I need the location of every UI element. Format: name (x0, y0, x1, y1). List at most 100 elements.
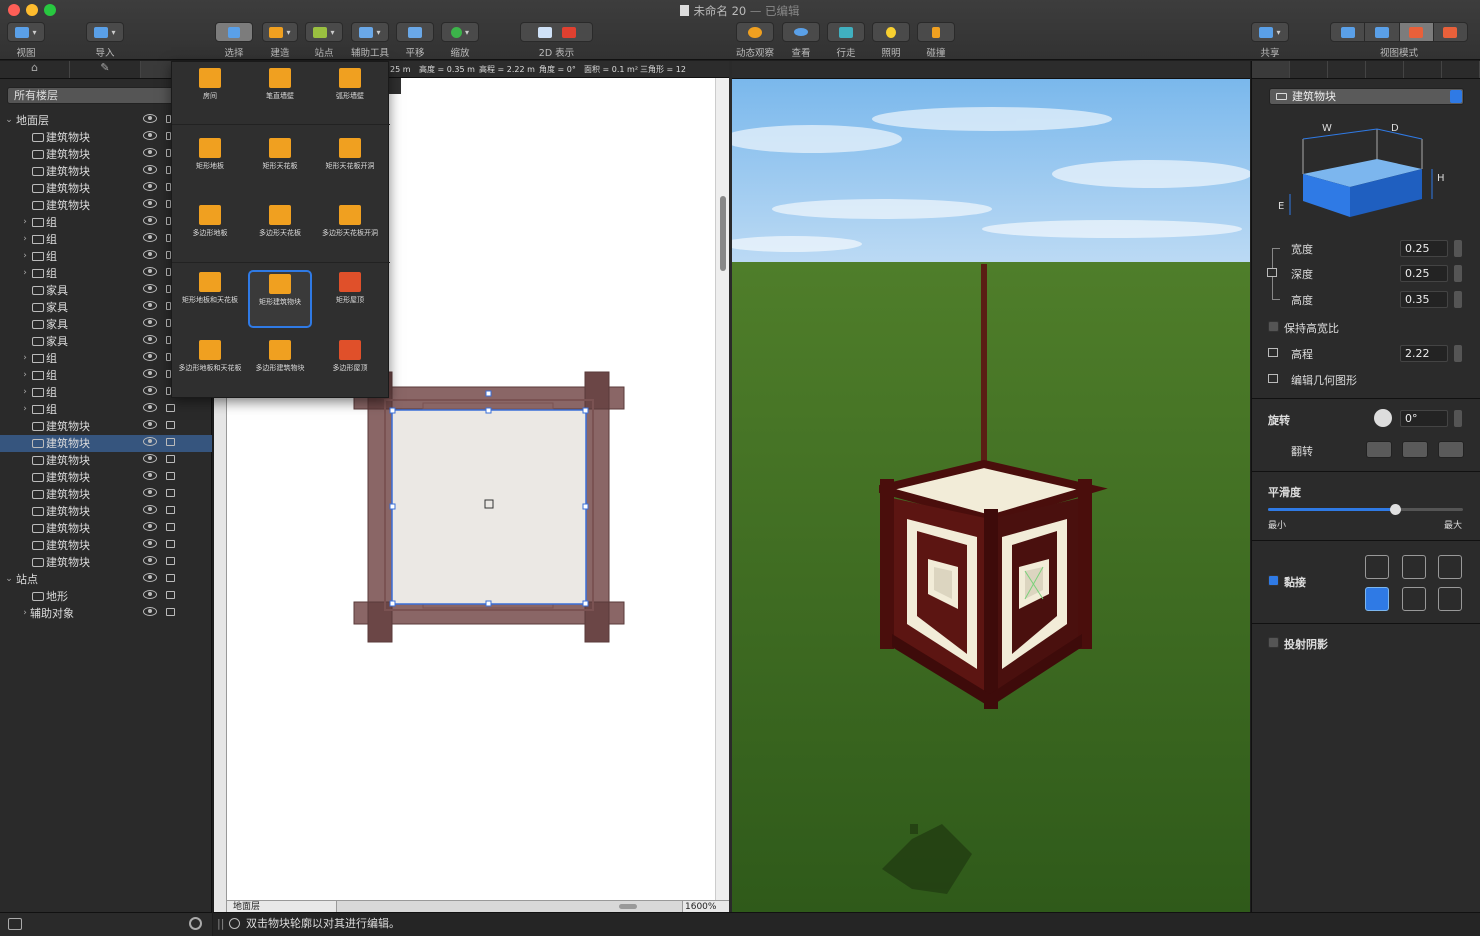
tab-camera[interactable] (1366, 61, 1404, 78)
selected-block[interactable] (391, 409, 587, 605)
palette-item[interactable]: 矩形地板 (178, 136, 242, 194)
sites-toolbar-item[interactable]: ▾ 站点 (305, 22, 343, 59)
elevation-field[interactable]: 2.22 (1400, 345, 1448, 362)
cast-shadow-checkbox[interactable] (1268, 637, 1279, 648)
eye-icon[interactable] (143, 607, 157, 616)
plan-mode-button[interactable] (1331, 23, 1366, 41)
layer-row[interactable]: › 辅助对象 (0, 605, 212, 622)
eye-icon[interactable] (143, 250, 157, 259)
snap-mode-2-icon[interactable] (1402, 555, 1426, 579)
palette-item[interactable]: 矩形屋顶 (318, 270, 382, 328)
palette-item[interactable]: 多边形天花板开洞 (318, 203, 382, 261)
tab-object[interactable] (1252, 61, 1290, 78)
palette-item[interactable]: 多边形地板 (178, 203, 242, 261)
palette-item[interactable]: 笔直墙壁 (248, 66, 312, 124)
plan-floor-select[interactable]: 地面层 (227, 901, 337, 912)
walk-toolbar-item[interactable]: 行走 (827, 22, 865, 59)
scroll-thumb[interactable] (720, 196, 726, 271)
flip-horizontal-button[interactable] (1366, 441, 1392, 458)
edit-geometry-button[interactable]: 编辑几何图形 (1291, 372, 1357, 388)
vertical-scrollbar[interactable] (715, 78, 729, 900)
tab-materials[interactable] (1328, 61, 1366, 78)
view-mode-toolbar-item[interactable]: 视图模式 (1330, 22, 1468, 59)
chevron-right-icon[interactable]: › (20, 248, 30, 265)
chevron-right-icon[interactable]: › (20, 605, 30, 622)
chevron-right-icon[interactable]: › (20, 384, 30, 401)
palette-item[interactable]: 矩形建筑物块 (248, 270, 312, 328)
snap-mode-5-icon[interactable] (1402, 587, 1426, 611)
layer-row[interactable]: 建筑物块 (0, 435, 212, 452)
eye-icon[interactable] (143, 539, 157, 548)
lock-icon[interactable] (166, 591, 175, 599)
snap-mode-3-icon[interactable] (1438, 555, 1462, 579)
eye-icon[interactable] (143, 267, 157, 276)
depth-field[interactable]: 0.25 (1400, 265, 1448, 282)
3d-view[interactable] (732, 79, 1250, 912)
eye-icon[interactable] (143, 114, 157, 123)
layer-row[interactable]: 建筑物块 (0, 469, 212, 486)
rotation-field[interactable]: 0° (1400, 410, 1448, 427)
layer-row[interactable]: 建筑物块 (0, 452, 212, 469)
build-toolbar-item[interactable]: ▾ 建造 (262, 22, 298, 59)
palette-item[interactable]: 多边形建筑物块 (248, 338, 312, 396)
lock-icon[interactable] (166, 404, 175, 412)
layer-row[interactable]: 建筑物块 (0, 486, 212, 503)
eye-icon[interactable] (143, 505, 157, 514)
tab-furniture[interactable]: ⌂ (0, 61, 71, 78)
layer-row[interactable]: 地形 (0, 588, 212, 605)
flip-vertical-button[interactable] (1402, 441, 1428, 458)
chevron-right-icon[interactable]: › (20, 214, 30, 231)
eye-icon[interactable] (143, 352, 157, 361)
lock-icon[interactable] (166, 421, 175, 429)
eye-icon[interactable] (143, 216, 157, 225)
eye-icon[interactable] (143, 284, 157, 293)
lock-icon[interactable] (166, 472, 175, 480)
chevron-right-icon[interactable]: › (20, 265, 30, 282)
flip-depth-button[interactable] (1438, 441, 1464, 458)
chevron-right-icon[interactable]: › (20, 231, 30, 248)
render-mode-button[interactable] (1434, 23, 1467, 41)
lock-icon[interactable] (166, 523, 175, 531)
lock-ratio-icon[interactable] (1267, 268, 1277, 277)
layer-row[interactable]: ⌄ 站点 (0, 571, 212, 588)
import-toolbar-item[interactable]: ▾ 导入 (86, 22, 124, 59)
palette-item[interactable]: 矩形天花板 (248, 136, 312, 194)
lock-icon[interactable] (166, 489, 175, 497)
lock-icon[interactable] (166, 608, 175, 616)
eye-icon[interactable] (143, 573, 157, 582)
snap-mode-4-icon[interactable] (1365, 587, 1389, 611)
gear-icon[interactable] (189, 917, 202, 930)
collision-toolbar-item[interactable]: 碰撞 (917, 22, 955, 59)
tab-floor[interactable] (1290, 61, 1328, 78)
depth-stepper[interactable] (1454, 265, 1462, 282)
3d-mode-button[interactable] (1365, 23, 1400, 41)
object-type-select[interactable]: 建筑物块 (1269, 88, 1464, 105)
lock-icon[interactable] (166, 540, 175, 548)
eye-icon[interactable] (143, 420, 157, 429)
eye-icon[interactable] (143, 301, 157, 310)
tab-building[interactable] (1442, 61, 1480, 78)
chevron-down-icon[interactable]: ⌄ (4, 112, 14, 129)
chevron-right-icon[interactable]: › (20, 401, 30, 418)
tab-light[interactable] (1404, 61, 1442, 78)
chevron-down-icon[interactable]: ⌄ (4, 571, 14, 588)
layer-row[interactable]: 建筑物块 (0, 520, 212, 537)
smoothness-slider[interactable] (1268, 504, 1463, 515)
eye-icon[interactable] (143, 199, 157, 208)
palette-item[interactable]: 多边形天花板 (248, 203, 312, 261)
snap-mode-6-icon[interactable] (1438, 587, 1462, 611)
palette-item[interactable]: 矩形地板和天花板 (178, 270, 242, 328)
layer-row[interactable]: 建筑物块 (0, 503, 212, 520)
tab-materials[interactable]: ✎ (70, 61, 141, 78)
eye-icon[interactable] (143, 403, 157, 412)
eye-icon[interactable] (143, 488, 157, 497)
drag-handle-icon[interactable]: || (217, 913, 224, 935)
eye-icon[interactable] (143, 131, 157, 140)
lock-icon[interactable] (166, 557, 175, 565)
share-toolbar-item[interactable]: ▾ 共享 (1251, 22, 1289, 59)
eye-icon[interactable] (143, 335, 157, 344)
chevron-right-icon[interactable]: › (20, 350, 30, 367)
zoom-select[interactable]: 1600% (682, 901, 729, 912)
image-icon[interactable] (8, 918, 22, 930)
eye-icon[interactable] (143, 522, 157, 531)
